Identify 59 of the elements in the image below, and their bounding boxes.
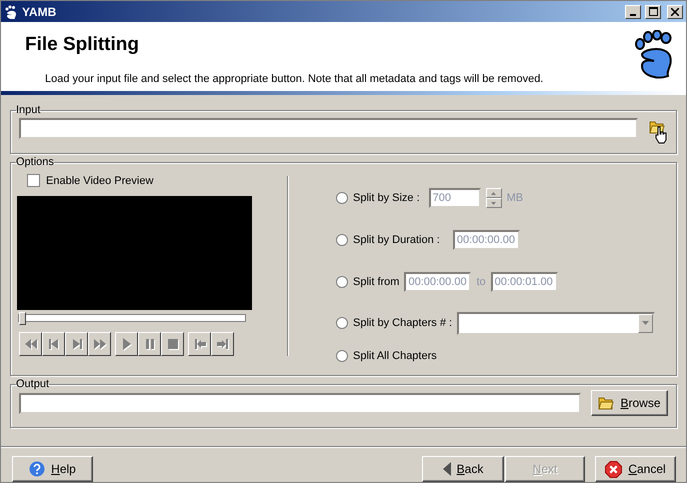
mark-in-icon <box>192 337 206 351</box>
up-arrow-icon <box>491 192 496 195</box>
play-button[interactable] <box>115 332 138 356</box>
checkbox[interactable] <box>27 174 40 187</box>
fast-forward-button[interactable] <box>88 332 111 356</box>
hand-cursor-icon <box>655 126 667 144</box>
mark-out-button[interactable] <box>211 332 234 356</box>
back-button[interactable]: Back <box>422 456 504 482</box>
radio-label: Split by Size : <box>353 192 420 204</box>
minimize-button[interactable] <box>625 4 641 18</box>
foot-app-icon <box>4 4 18 18</box>
radio-label: Split from <box>353 276 400 288</box>
page-description: Load your input file and select the appropriate button. Note that all metadata and tags will be removed. <box>45 73 544 85</box>
maximize-icon <box>648 7 658 16</box>
radio-button[interactable] <box>336 317 348 330</box>
to-label: to <box>476 276 486 288</box>
group-label: Options <box>16 156 54 168</box>
browse-button[interactable]: Browse <box>591 390 668 416</box>
cancel-button[interactable]: Cancel <box>595 456 676 482</box>
back-arrow-icon <box>442 462 451 476</box>
dropdown-button[interactable] <box>638 314 654 333</box>
page-title: File Splitting <box>25 34 140 56</box>
previous-icon <box>46 337 60 351</box>
radio-label: Split by Chapters # : <box>353 317 452 330</box>
spin-down-button[interactable] <box>486 198 502 208</box>
group-label: Output <box>16 378 50 390</box>
rewind-icon <box>24 337 38 351</box>
spin-up-button[interactable] <box>486 188 502 198</box>
chapters-dropdown[interactable] <box>457 312 656 335</box>
seek-slider[interactable] <box>18 314 246 322</box>
maximize-button[interactable] <box>645 4 661 18</box>
input-file-field[interactable] <box>19 118 638 138</box>
help-button[interactable]: Help <box>12 456 93 482</box>
previous-button[interactable] <box>42 332 65 356</box>
mark-in-button[interactable] <box>188 332 211 356</box>
group-label: Input <box>16 104 40 116</box>
help-icon <box>29 461 46 477</box>
output-file-field[interactable] <box>19 392 581 414</box>
next-button[interactable] <box>65 332 88 356</box>
stop-icon <box>166 337 180 351</box>
down-arrow-icon <box>491 202 496 205</box>
close-button[interactable] <box>667 4 683 18</box>
radio-label: Split by Duration : <box>353 234 440 246</box>
radio-label: Split All Chapters <box>353 350 437 362</box>
slider-thumb[interactable] <box>19 312 26 326</box>
cancel-icon <box>605 460 622 478</box>
dropdown-arrow-icon <box>642 321 650 326</box>
checkbox-label: Enable Video Preview <box>46 174 154 186</box>
close-icon <box>671 8 679 16</box>
radio-button[interactable] <box>336 350 348 362</box>
mark-out-icon <box>216 337 230 351</box>
fast-forward-icon <box>92 337 106 351</box>
pause-button[interactable] <box>138 332 161 356</box>
stop-button[interactable] <box>161 332 184 356</box>
unit-label: MB <box>506 192 524 204</box>
minimize-icon <box>630 14 636 16</box>
rewind-button[interactable] <box>19 332 42 356</box>
window-title: YAMB <box>22 4 58 18</box>
folder-icon <box>598 396 614 410</box>
